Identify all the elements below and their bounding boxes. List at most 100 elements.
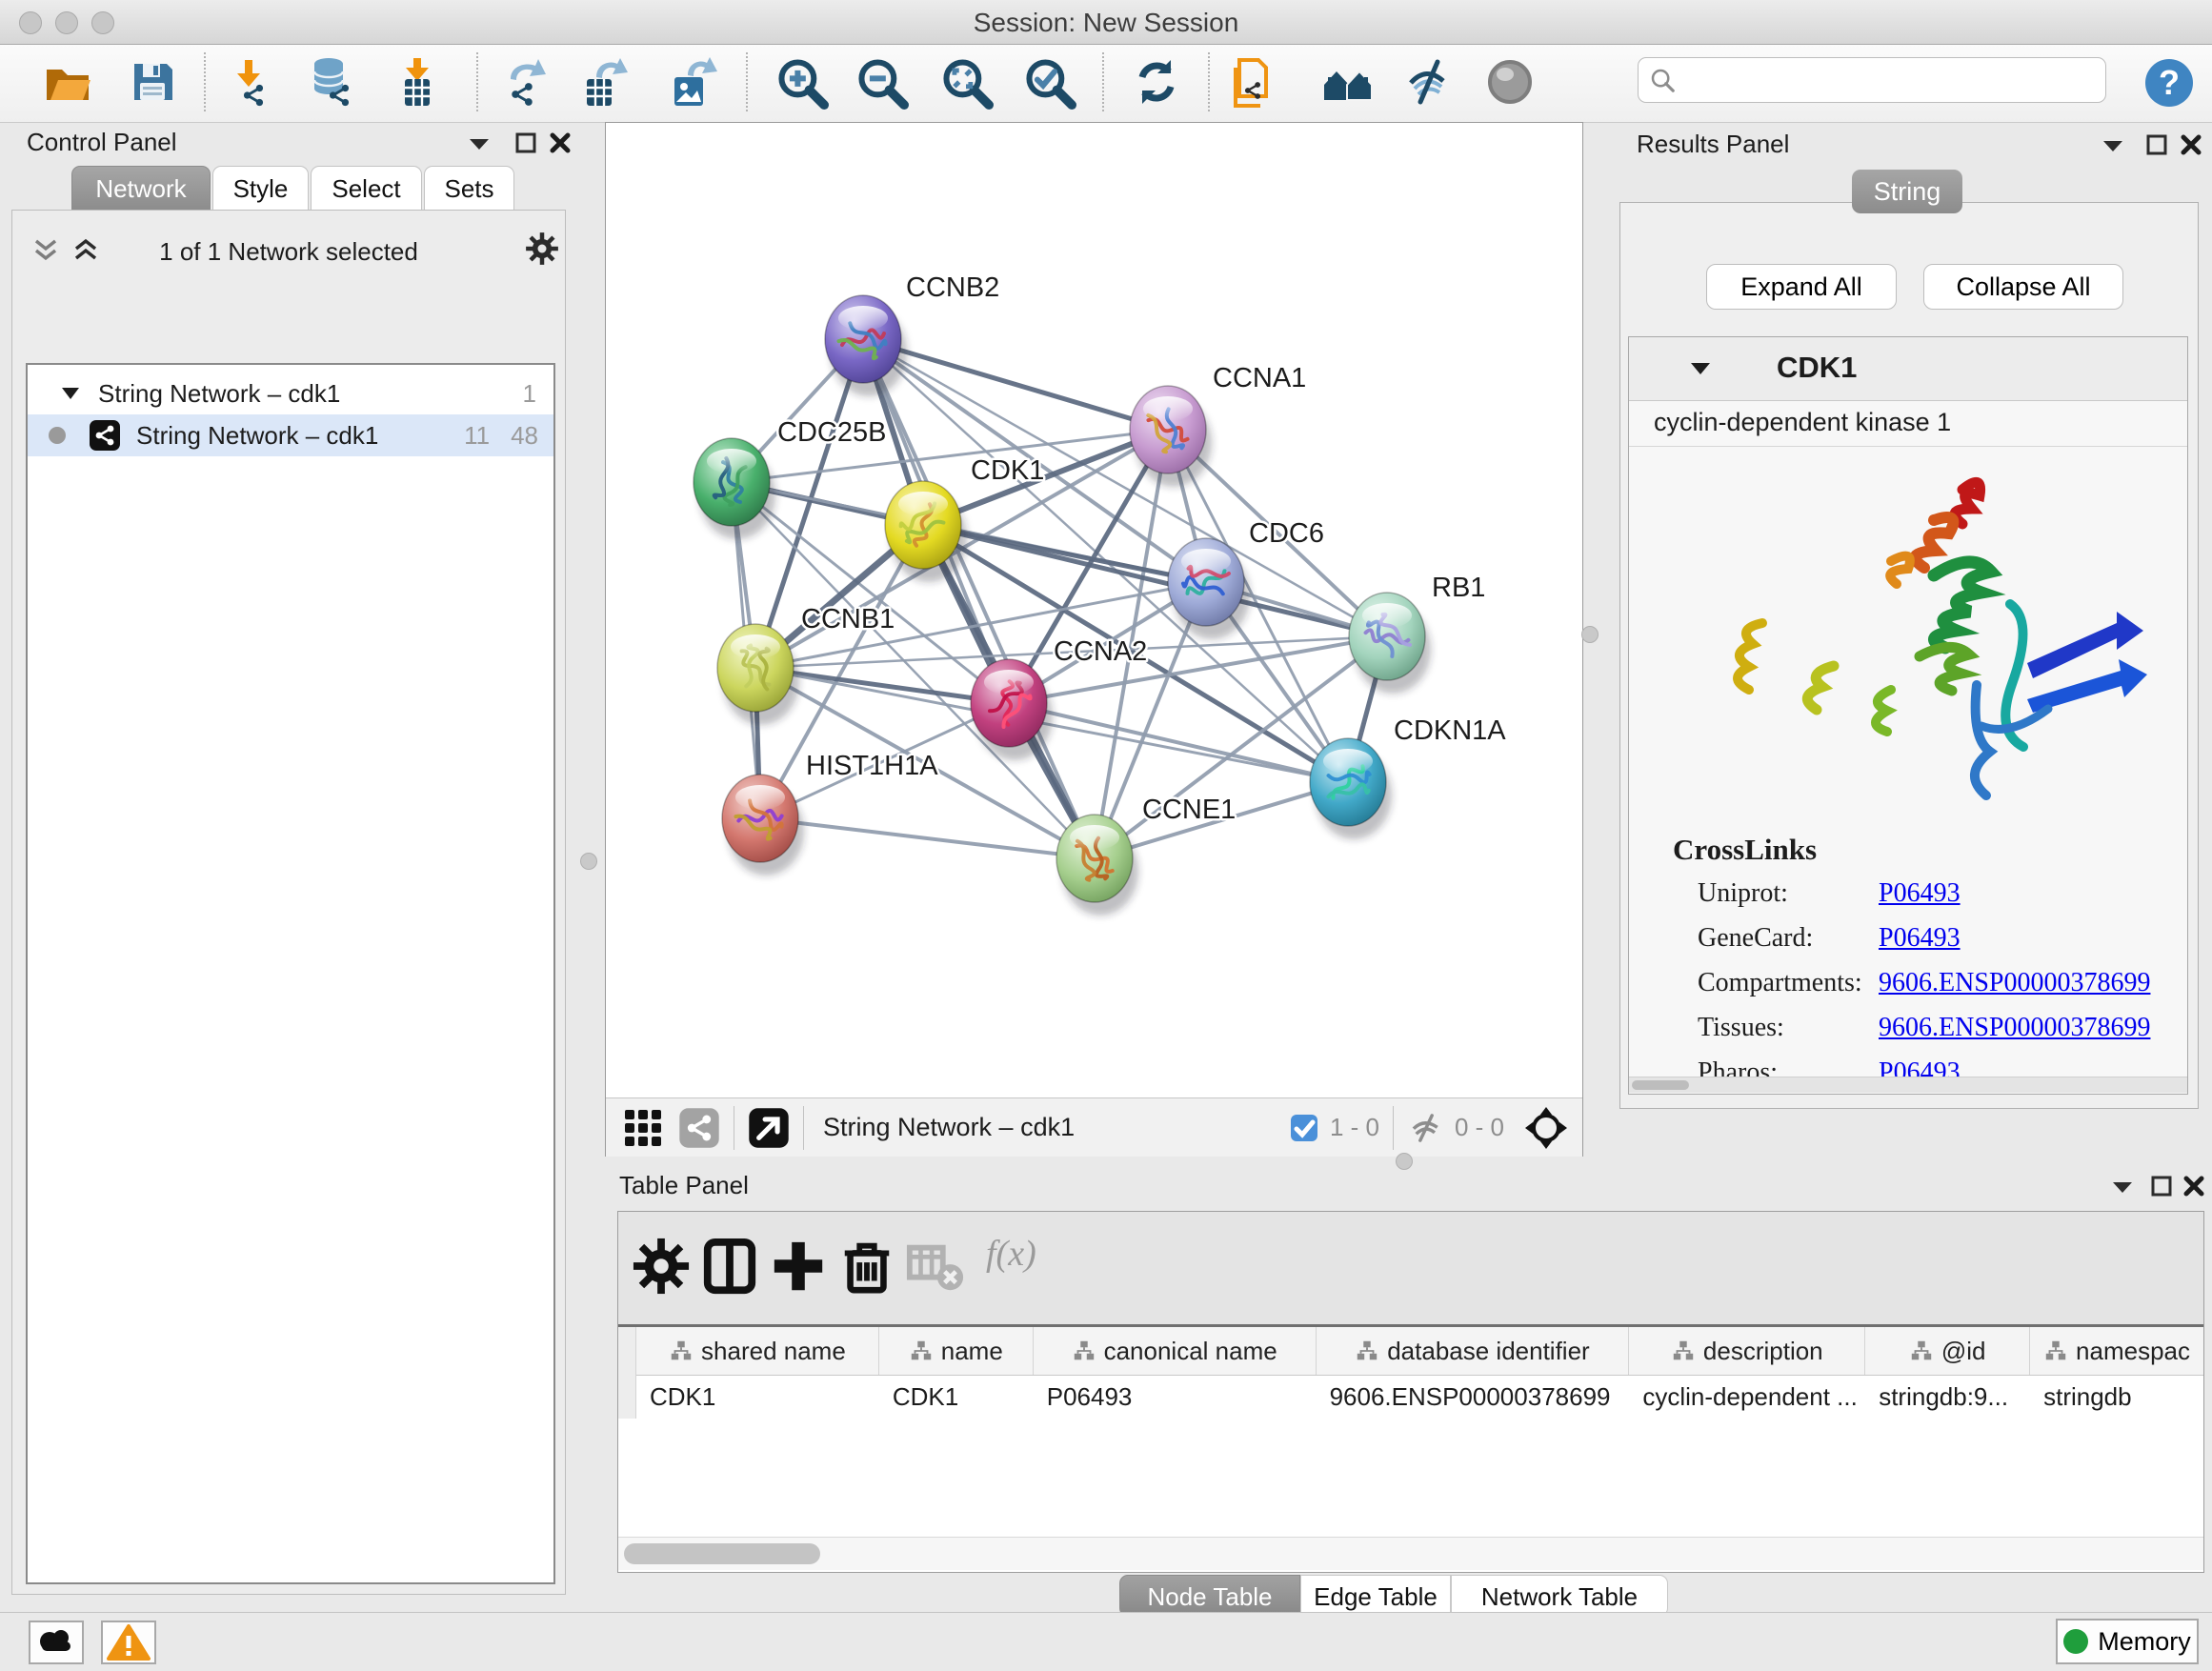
network-share-badge-icon[interactable] [678, 1107, 720, 1149]
share-document-button[interactable] [1226, 54, 1281, 110]
splitter-handle[interactable] [1396, 1153, 1413, 1170]
column-header[interactable]: @id [1865, 1327, 2030, 1375]
refresh-button[interactable] [1129, 54, 1184, 110]
crosslink-link[interactable]: P06493 [1879, 923, 1961, 954]
help-button[interactable]: ? [2142, 55, 2197, 111]
tab-network[interactable]: Network [71, 166, 211, 211]
cell-description[interactable]: cyclin-dependent ... [1629, 1375, 1865, 1419]
results-h-scrollbar[interactable] [1629, 1077, 2187, 1093]
network-edge[interactable] [760, 818, 1095, 858]
delete-table-button[interactable] [906, 1237, 965, 1296]
create-column-button[interactable] [769, 1237, 828, 1296]
disclosure-triangle-icon[interactable] [1688, 360, 1713, 377]
disclosure-triangle-icon[interactable] [60, 386, 81, 401]
table-h-scrollbar[interactable] [618, 1537, 2203, 1570]
close-panel-icon[interactable] [2180, 133, 2202, 156]
export-network-button[interactable] [497, 54, 553, 110]
tab-sets[interactable]: Sets [424, 166, 514, 211]
hide-unhide-button[interactable] [1401, 54, 1457, 110]
network-edge[interactable] [1009, 703, 1348, 782]
show-columns-button[interactable] [700, 1237, 759, 1296]
zoom-selected-icon [1021, 54, 1076, 110]
gene-header-row[interactable]: CDK1 [1629, 337, 2187, 401]
cell-canonical-name[interactable]: P06493 [1034, 1375, 1317, 1419]
close-panel-icon[interactable] [549, 131, 572, 154]
tab-network-table[interactable]: Network Table [1451, 1575, 1668, 1617]
column-header[interactable]: namespac [2030, 1327, 2203, 1375]
birdseye-crosshair-icon[interactable] [1523, 1105, 1569, 1151]
homes-button[interactable] [1320, 54, 1376, 110]
cell-namespace[interactable]: stringdb [2030, 1375, 2203, 1419]
function-builder-button[interactable]: f(x) [986, 1233, 1036, 1275]
collapse-all-button[interactable]: Collapse All [1923, 264, 2123, 310]
column-header[interactable]: shared name [636, 1327, 879, 1375]
float-panel-icon[interactable] [514, 131, 537, 154]
network-node-cdc25b[interactable] [694, 438, 775, 539]
tab-string[interactable]: String [1852, 170, 1962, 213]
network-node-hist1h1a[interactable] [722, 775, 804, 876]
network-collection-row[interactable]: String Network – cdk1 1 [28, 372, 553, 414]
column-header[interactable]: canonical name [1034, 1327, 1317, 1375]
import-network-file-button[interactable] [222, 54, 277, 110]
import-network-database-button[interactable] [304, 54, 359, 110]
network-node-cdkn1a[interactable] [1310, 738, 1392, 839]
export-image-button[interactable] [665, 54, 720, 110]
collapse-panel-icon[interactable] [2101, 137, 2125, 154]
column-header[interactable]: database identifier [1317, 1327, 1630, 1375]
collapse-panel-icon[interactable] [2110, 1178, 2135, 1196]
network-node-cdk1[interactable] [885, 481, 967, 582]
network-canvas[interactable]: CCNB2CCNA1CDC25BCDK1CDC6RB1CCNB1CCNA2CDK… [606, 123, 1582, 1097]
cell-id[interactable]: stringdb:9... [1865, 1375, 2030, 1419]
tab-style[interactable]: Style [212, 166, 309, 211]
zoom-in-button[interactable] [774, 54, 829, 110]
search-input[interactable] [1677, 65, 2081, 96]
column-header[interactable]: description [1629, 1327, 1865, 1375]
network-node-ccnb2[interactable] [825, 295, 907, 396]
expand-all-button[interactable]: Expand All [1706, 264, 1897, 310]
crosslink-link[interactable]: 9606.ENSP00000378699 [1879, 1013, 2150, 1043]
zoom-selected-button[interactable] [1021, 54, 1076, 110]
grid-view-icon[interactable] [621, 1106, 665, 1150]
crosslink-link[interactable]: P06493 [1879, 878, 1961, 909]
network-node-rb1[interactable] [1349, 593, 1431, 694]
control-panel-title: Control Panel [27, 128, 177, 157]
network-node-cdc6[interactable] [1168, 538, 1250, 639]
splitter-handle[interactable] [1581, 626, 1599, 643]
column-header[interactable]: name [879, 1327, 1034, 1375]
network-row-selected[interactable]: String Network – cdk1 11 48 [28, 414, 553, 456]
import-table-button[interactable] [390, 54, 445, 110]
warnings-button[interactable] [101, 1621, 156, 1664]
network-node-ccna2[interactable] [971, 659, 1053, 760]
sphere-view-button[interactable] [1482, 54, 1538, 110]
collapse-panel-icon[interactable] [467, 135, 492, 152]
zoom-fit-button[interactable] [938, 54, 994, 110]
scrollbar-thumb[interactable] [624, 1543, 820, 1564]
float-panel-icon[interactable] [2145, 133, 2168, 156]
table-options-button[interactable] [632, 1237, 691, 1296]
open-session-button[interactable] [39, 54, 94, 110]
cell-name[interactable]: CDK1 [879, 1375, 1034, 1419]
tab-select[interactable]: Select [311, 166, 422, 211]
network-edge[interactable] [863, 339, 1168, 430]
zoom-out-button[interactable] [854, 54, 909, 110]
crosslink-link[interactable]: 9606.ENSP00000378699 [1879, 968, 2150, 998]
open-in-new-window-icon[interactable] [748, 1107, 790, 1149]
cell-shared-name[interactable]: CDK1 [636, 1375, 879, 1419]
tab-node-table[interactable]: Node Table [1119, 1575, 1300, 1617]
tab-edge-table[interactable]: Edge Table [1300, 1575, 1451, 1617]
network-options-gear-icon[interactable] [525, 232, 559, 266]
cloud-status-button[interactable] [29, 1621, 84, 1664]
help-icon: ? [2142, 55, 2197, 111]
export-network-icon [497, 54, 553, 110]
table-row[interactable]: CDK1 CDK1 P06493 9606.ENSP00000378699 cy… [618, 1375, 2203, 1419]
selected-checkbox-icon[interactable] [1288, 1112, 1320, 1144]
delete-column-button[interactable] [837, 1237, 896, 1296]
close-panel-icon[interactable] [2182, 1175, 2205, 1198]
float-panel-icon[interactable] [2150, 1175, 2173, 1198]
save-session-button[interactable] [125, 54, 180, 110]
memory-button[interactable]: Memory [2056, 1619, 2199, 1664]
splitter-handle[interactable] [580, 853, 597, 870]
network-node-ccne1[interactable] [1056, 815, 1138, 916]
cell-database-identifier[interactable]: 9606.ENSP00000378699 [1317, 1375, 1630, 1419]
export-table-button[interactable] [575, 54, 631, 110]
